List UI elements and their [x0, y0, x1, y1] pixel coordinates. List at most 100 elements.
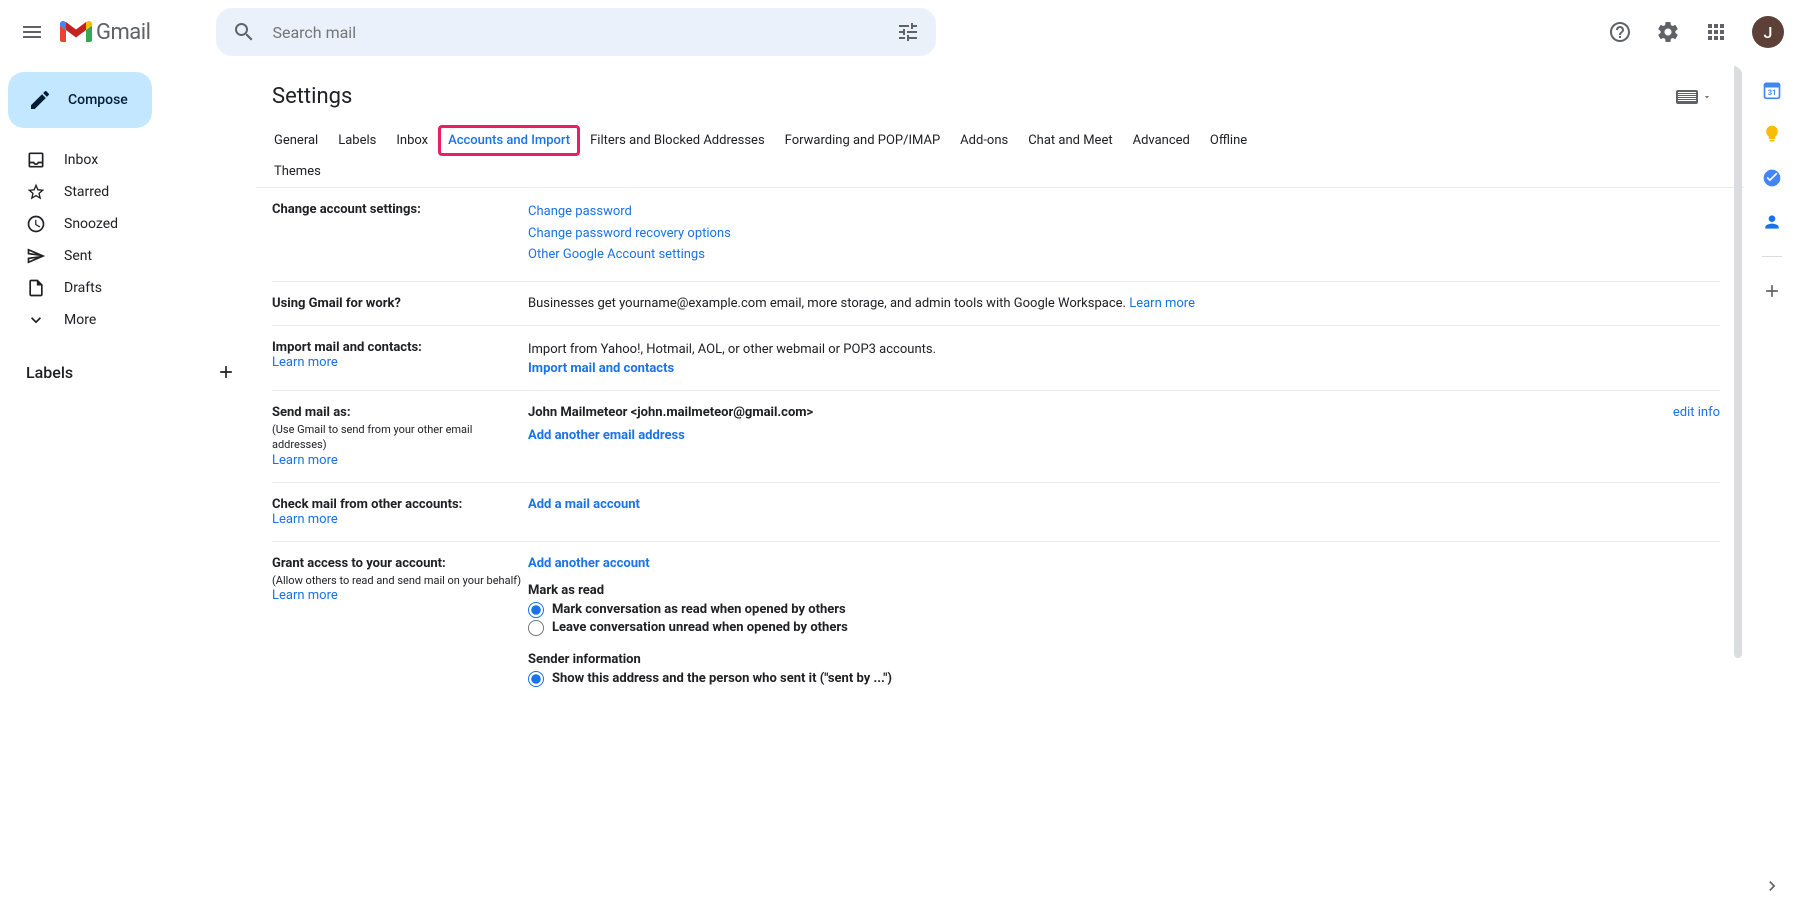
- link-learn-more-sendas[interactable]: Learn more: [272, 453, 338, 468]
- scrollbar-thumb[interactable]: [1734, 64, 1742, 658]
- star-icon: [26, 182, 46, 202]
- radio-show-address[interactable]: Show this address and the person who sen…: [528, 671, 1720, 687]
- hide-side-panel-button[interactable]: [1762, 876, 1782, 896]
- tab-forwarding[interactable]: Forwarding and POP/IMAP: [775, 125, 951, 156]
- sidebar-item-inbox[interactable]: Inbox: [0, 144, 240, 176]
- scrollbar[interactable]: [1732, 64, 1744, 912]
- link-learn-more-checkmail[interactable]: Learn more: [272, 512, 338, 527]
- tab-general[interactable]: General: [264, 125, 328, 156]
- mark-read-header: Mark as read: [528, 583, 1720, 598]
- sidebar-item-starred[interactable]: Starred: [0, 176, 240, 208]
- tab-offline[interactable]: Offline: [1200, 125, 1257, 156]
- link-change-password[interactable]: Change password: [528, 204, 632, 219]
- nav-label: Sent: [64, 248, 92, 264]
- settings-content[interactable]: Change account settings: Change password…: [256, 188, 1744, 880]
- section-title: Check mail from other accounts:: [272, 497, 528, 512]
- dropdown-arrow-icon: [1702, 92, 1712, 102]
- link-other-settings[interactable]: Other Google Account settings: [528, 247, 705, 262]
- nav-label: Starred: [64, 184, 109, 200]
- page-title: Settings: [272, 84, 352, 109]
- radio-show-address-input[interactable]: [528, 671, 544, 687]
- link-learn-more-workspace[interactable]: Learn more: [1129, 296, 1195, 311]
- sidebar-item-drafts[interactable]: Drafts: [0, 272, 240, 304]
- send-as-identity: John Mailmeteor <john.mailmeteor@gmail.c…: [528, 405, 813, 420]
- search-button[interactable]: [224, 12, 264, 52]
- section-grant-access: Grant access to your account: (Allow oth…: [272, 542, 1720, 703]
- section-check-mail: Check mail from other accounts: Learn mo…: [272, 483, 1720, 542]
- contacts-app-button[interactable]: [1762, 212, 1782, 232]
- section-change-account: Change account settings: Change password…: [272, 188, 1720, 282]
- add-label-button[interactable]: [212, 358, 240, 386]
- link-add-email[interactable]: Add another email address: [528, 428, 685, 443]
- tab-inbox[interactable]: Inbox: [386, 125, 438, 156]
- tab-accounts-import[interactable]: Accounts and Import: [438, 125, 580, 156]
- section-title: Change account settings:: [272, 202, 528, 217]
- radio-leave-unread[interactable]: Leave conversation unread when opened by…: [528, 620, 1720, 636]
- help-icon: [1608, 20, 1632, 44]
- labels-header-text: Labels: [26, 363, 73, 382]
- search-options-button[interactable]: [888, 12, 928, 52]
- section-using-work: Using Gmail for work? Businesses get you…: [272, 282, 1720, 326]
- settings-tabs: General Labels Inbox Accounts and Import…: [256, 125, 1744, 188]
- radio-mark-read-input[interactable]: [528, 602, 544, 618]
- header: Gmail J: [0, 0, 1800, 64]
- hamburger-icon: [20, 20, 44, 44]
- link-import-mail[interactable]: Import mail and contacts: [528, 361, 674, 376]
- radio-label: Show this address and the person who sen…: [552, 671, 892, 686]
- input-tools-selector[interactable]: [1676, 90, 1712, 104]
- support-button[interactable]: [1600, 12, 1640, 52]
- nav-label: Inbox: [64, 152, 98, 168]
- tab-themes[interactable]: Themes: [264, 156, 1736, 187]
- section-send-as: Send mail as: (Use Gmail to send from yo…: [272, 391, 1720, 483]
- tab-advanced[interactable]: Advanced: [1123, 125, 1200, 156]
- settings-button[interactable]: [1648, 12, 1688, 52]
- sidebar: Compose Inbox Starred Snoozed Sent Draft…: [0, 64, 256, 912]
- section-title: Using Gmail for work?: [272, 296, 528, 311]
- sidebar-item-more[interactable]: More: [0, 304, 240, 336]
- keep-icon: [1762, 124, 1782, 144]
- tasks-icon: [1762, 168, 1782, 188]
- settings-panel: Settings General Labels Inbox Accounts a…: [256, 64, 1744, 912]
- link-edit-info[interactable]: edit info: [1673, 405, 1720, 420]
- pencil-icon: [28, 88, 52, 112]
- radio-label: Leave conversation unread when opened by…: [552, 620, 848, 635]
- clock-icon: [26, 214, 46, 234]
- nav-label: Drafts: [64, 280, 102, 296]
- search-container: [216, 8, 936, 56]
- tab-filters[interactable]: Filters and Blocked Addresses: [580, 125, 775, 156]
- section-title: Import mail and contacts:: [272, 340, 528, 355]
- send-icon: [26, 246, 46, 266]
- link-add-account[interactable]: Add another account: [528, 556, 650, 571]
- get-addons-button[interactable]: [1762, 281, 1782, 301]
- tab-chat-meet[interactable]: Chat and Meet: [1018, 125, 1122, 156]
- search-box: [216, 8, 936, 56]
- sender-info-header: Sender information: [528, 652, 1720, 667]
- compose-button[interactable]: Compose: [8, 72, 152, 128]
- nav-label: Snoozed: [64, 216, 118, 232]
- link-learn-more-import[interactable]: Learn more: [272, 355, 338, 370]
- chevron-right-icon: [1762, 876, 1782, 896]
- search-icon: [232, 20, 256, 44]
- gmail-logo[interactable]: Gmail: [56, 20, 166, 45]
- calendar-app-button[interactable]: 31: [1762, 80, 1782, 100]
- calendar-icon: 31: [1762, 80, 1782, 100]
- tab-labels[interactable]: Labels: [328, 125, 386, 156]
- radio-leave-unread-input[interactable]: [528, 620, 544, 636]
- section-title: Grant access to your account:: [272, 556, 528, 571]
- link-recovery-options[interactable]: Change password recovery options: [528, 226, 731, 241]
- keep-app-button[interactable]: [1762, 124, 1782, 144]
- sidebar-item-snoozed[interactable]: Snoozed: [0, 208, 240, 240]
- account-avatar[interactable]: J: [1752, 16, 1784, 48]
- link-add-mail-account[interactable]: Add a mail account: [528, 497, 640, 512]
- radio-mark-read[interactable]: Mark conversation as read when opened by…: [528, 602, 1720, 618]
- section-import: Import mail and contacts: Learn more Imp…: [272, 326, 1720, 392]
- rail-separator: [1762, 256, 1782, 257]
- link-learn-more-grant[interactable]: Learn more: [272, 588, 338, 603]
- main-menu-button[interactable]: [8, 8, 56, 56]
- tab-addons[interactable]: Add-ons: [950, 125, 1018, 156]
- tasks-app-button[interactable]: [1762, 168, 1782, 188]
- sidebar-item-sent[interactable]: Sent: [0, 240, 240, 272]
- apps-button[interactable]: [1696, 12, 1736, 52]
- side-panel: 31: [1744, 64, 1800, 912]
- search-input[interactable]: [264, 23, 888, 42]
